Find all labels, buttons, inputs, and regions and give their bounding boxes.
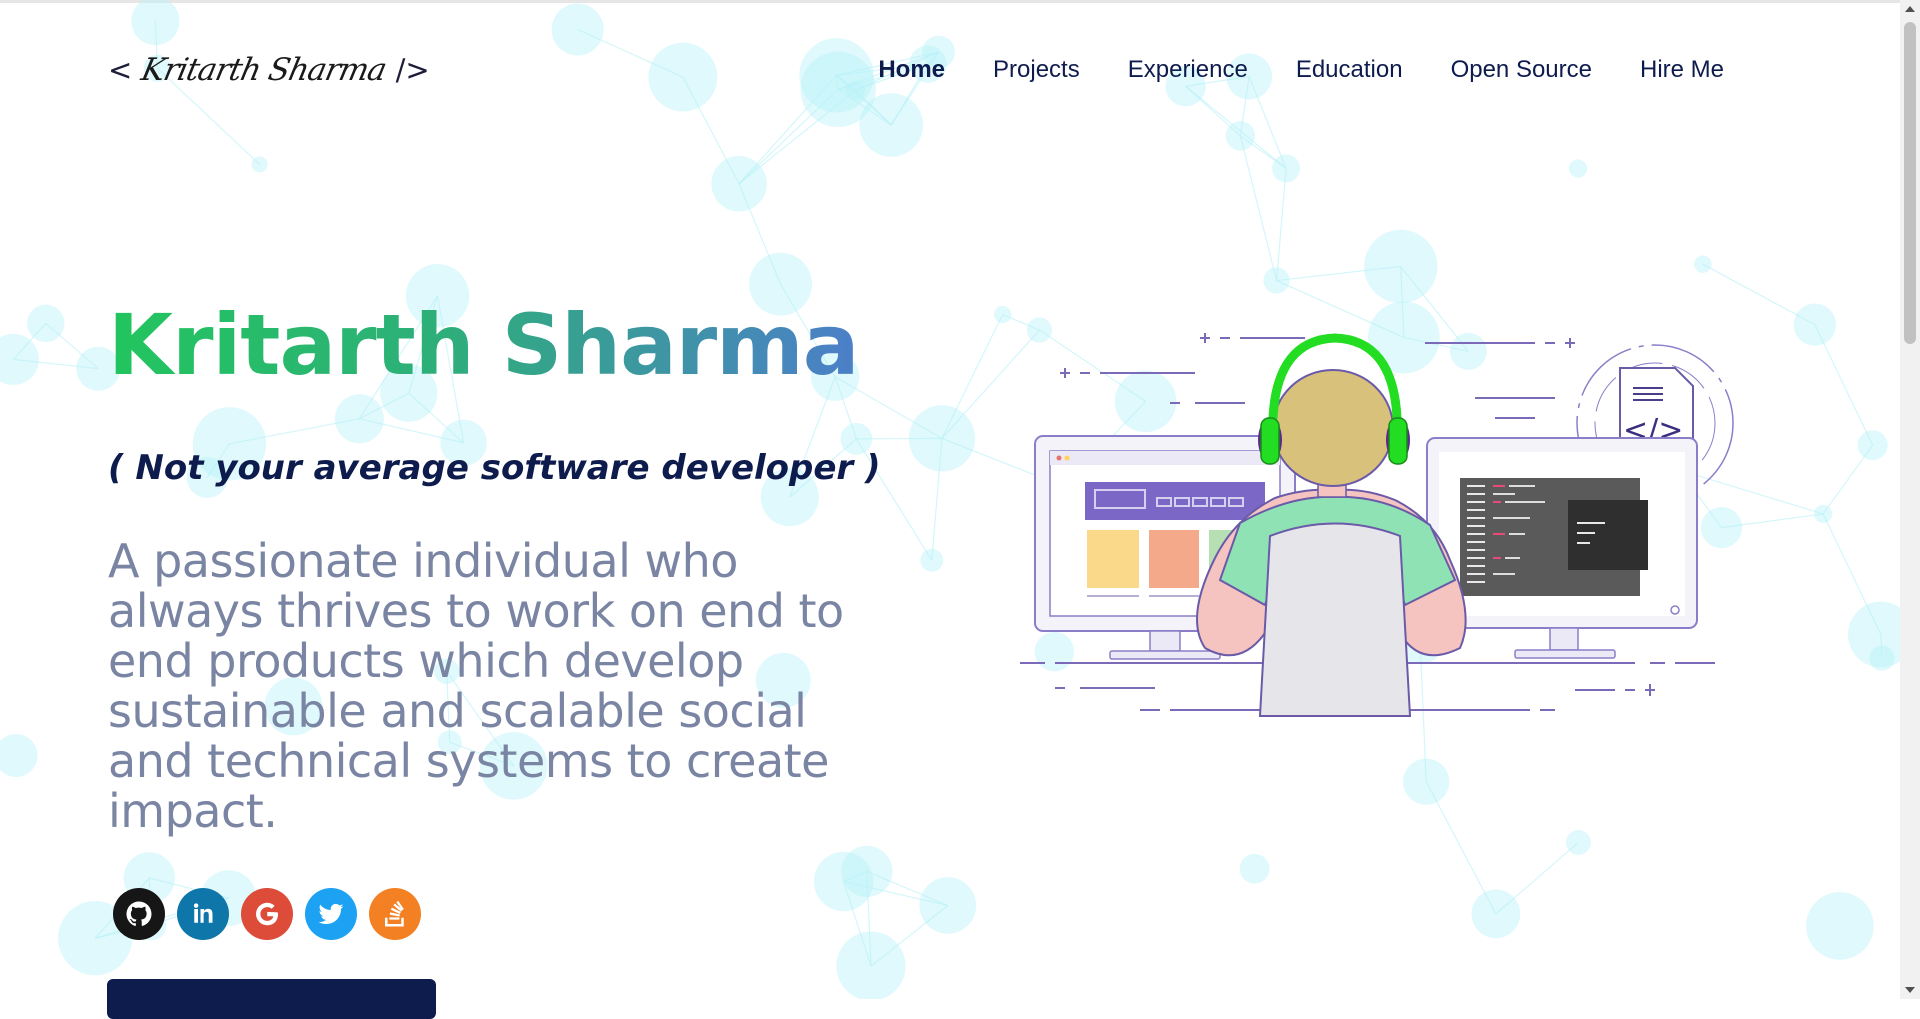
particle-dot: [1814, 505, 1832, 523]
nav-open-source[interactable]: Open Source: [1427, 52, 1616, 88]
particle-dot: [1694, 255, 1711, 272]
google-button[interactable]: [241, 888, 293, 940]
linkedin-button[interactable]: [177, 888, 229, 940]
particle-dot: [1263, 267, 1289, 293]
particle-dot: [994, 306, 1011, 323]
developer-illustration: </>: [1015, 318, 1755, 718]
right-monitor: [1427, 438, 1697, 658]
particle-dot: [27, 305, 64, 342]
particle-dot: [1364, 230, 1437, 303]
hero-tagline: ( Not your average software developer ): [108, 448, 881, 488]
particle-dot: [909, 405, 975, 471]
nav-hire-me[interactable]: Hire Me: [1616, 52, 1748, 88]
twitter-button[interactable]: [305, 888, 357, 940]
nav-projects[interactable]: Projects: [969, 52, 1104, 88]
particle-dot: [1569, 159, 1587, 177]
particle-dot: [1806, 892, 1874, 960]
nav-home[interactable]: Home: [854, 52, 969, 88]
site-logo[interactable]: < Kritarth Sharma />: [108, 40, 430, 100]
scrollbar-thumb[interactable]: [1904, 22, 1916, 344]
particle-dot: [1794, 303, 1836, 345]
twitter-icon: [316, 899, 346, 929]
logo-close-bracket: />: [396, 53, 430, 87]
particle-dot: [252, 156, 268, 172]
page-scrollbar[interactable]: [1900, 0, 1920, 999]
nav-education[interactable]: Education: [1272, 52, 1427, 88]
particle-dot: [1869, 646, 1894, 671]
particle-dot: [920, 549, 943, 572]
site-header: < Kritarth Sharma /> Home Projects Exper…: [0, 0, 1900, 140]
particle-dot: [0, 334, 39, 385]
github-icon: [124, 899, 154, 929]
particle-dot: [919, 877, 976, 934]
contact-button[interactable]: [107, 979, 436, 1019]
particle-dot: [0, 734, 38, 777]
github-button[interactable]: [113, 888, 165, 940]
scroll-up-arrow-icon[interactable]: [1905, 6, 1915, 12]
main-navigation: Home Projects Experience Education Open …: [854, 52, 1748, 88]
logo-signature: Kritarth Sharma: [138, 52, 389, 88]
particle-dot: [335, 394, 384, 443]
particle-dot: [1403, 759, 1449, 805]
hero-title: Kritarth Sharma: [108, 296, 858, 394]
social-links: [113, 888, 421, 940]
particle-dot: [1858, 430, 1888, 460]
particle-dot: [1272, 154, 1300, 182]
scroll-down-arrow-icon[interactable]: [1905, 987, 1915, 993]
particle-dot: [711, 156, 766, 211]
nav-experience[interactable]: Experience: [1104, 52, 1272, 88]
hero-bio: A passionate individual who always thriv…: [108, 536, 898, 836]
particle-dot: [1566, 830, 1591, 855]
stackoverflow-icon: [380, 899, 410, 929]
logo-open-bracket: <: [108, 53, 132, 87]
linkedin-icon: [188, 899, 218, 929]
google-icon: [252, 899, 282, 929]
particle-dot: [836, 932, 905, 999]
particle-dot: [1240, 854, 1270, 884]
developer-person: [1197, 338, 1466, 716]
particle-dot: [814, 852, 873, 911]
particle-dot: [1472, 890, 1521, 939]
stackoverflow-button[interactable]: [369, 888, 421, 940]
particle-link: [1277, 168, 1287, 280]
